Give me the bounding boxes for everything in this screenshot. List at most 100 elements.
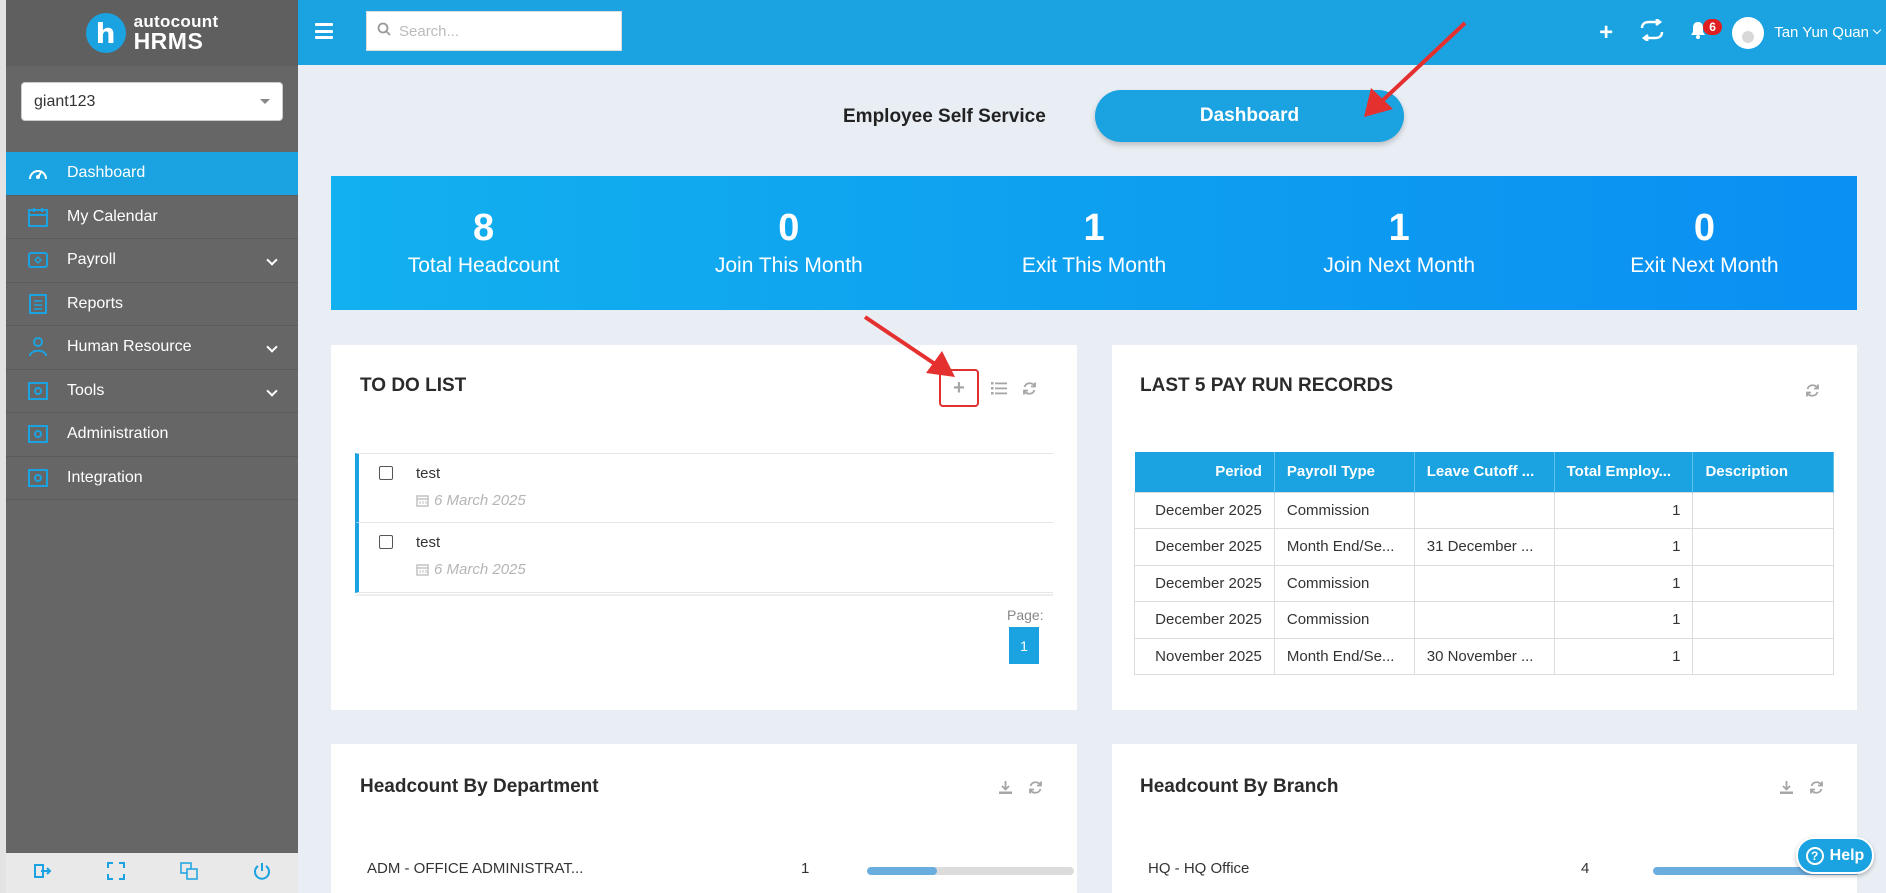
cell-description — [1692, 564, 1834, 602]
search-box[interactable] — [366, 11, 622, 51]
company-select[interactable]: giant123 — [21, 82, 283, 121]
list-icon[interactable] — [989, 378, 1009, 398]
payrun-tools — [1802, 380, 1822, 400]
sidebar-footer — [6, 853, 298, 893]
table-row[interactable]: December 2025 Month End/Se... 31 Decembe… — [1134, 528, 1834, 566]
todo-checkbox[interactable] — [379, 466, 393, 480]
dashboard-gauge-icon — [26, 162, 50, 184]
sidebar-item-my-calendar[interactable]: My Calendar — [6, 196, 298, 239]
todo-item[interactable]: test 6 March 2025 — [355, 453, 1053, 523]
ess-toggle-label[interactable]: Employee Self Service — [843, 106, 1046, 128]
column-header[interactable]: Leave Cutoff ... — [1414, 452, 1555, 492]
power-icon[interactable] — [253, 862, 271, 885]
sidebar-item-label: Reports — [67, 294, 124, 312]
page-button[interactable]: 1 — [1009, 627, 1039, 664]
avatar[interactable] — [1732, 16, 1765, 49]
hamburger-menu-icon[interactable] — [315, 23, 333, 39]
cell-leave-cutoff: 31 December ... — [1413, 528, 1555, 566]
chevron-down-icon — [266, 341, 278, 353]
todo-list-bottom — [355, 594, 1053, 596]
search-input[interactable] — [399, 22, 599, 40]
sidebar-item-label: Human Resource — [67, 338, 192, 356]
table-row[interactable]: December 2025 Commission 1 — [1134, 601, 1834, 639]
todo-date: 6 March 2025 — [416, 561, 526, 578]
brand-logo[interactable]: h autocount HRMS — [6, 0, 298, 66]
sidebar-item-dashboard[interactable]: Dashboard — [6, 152, 298, 196]
sidebar-item-tools[interactable]: Tools — [6, 370, 298, 413]
download-icon[interactable] — [995, 777, 1015, 797]
cell-total-employees: 1 — [1553, 601, 1694, 639]
cell-leave-cutoff — [1413, 491, 1555, 529]
todo-item[interactable]: test 6 March 2025 — [355, 523, 1053, 593]
payrun-title: LAST 5 PAY RUN RECORDS — [1140, 375, 1394, 396]
user-name[interactable]: Tan Yun Quan — [1774, 24, 1869, 41]
cell-payroll-type: Commission — [1273, 491, 1415, 529]
cell-total-employees: 1 — [1553, 528, 1694, 566]
todo-text: test — [416, 465, 441, 482]
stat-total-headcount[interactable]: 8 Total Headcount — [331, 176, 636, 310]
help-button[interactable]: ? Help — [1796, 837, 1874, 874]
cell-period: December 2025 — [1134, 491, 1275, 529]
headcount-branch-panel: Headcount By Branch HQ - HQ Office 4 — [1112, 744, 1860, 893]
refresh-icon[interactable] — [1025, 777, 1045, 797]
table-row[interactable]: November 2025 Month End/Se... 30 Novembe… — [1134, 637, 1834, 675]
help-question-icon: ? — [1805, 846, 1824, 865]
calendar-icon — [416, 495, 429, 507]
department-count: 1 — [801, 860, 810, 877]
table-row[interactable]: December 2025 Commission 1 — [1134, 564, 1834, 602]
cell-leave-cutoff — [1413, 601, 1555, 639]
sidebar-item-integration[interactable]: Integration — [6, 457, 298, 500]
column-header[interactable]: Period — [1134, 452, 1275, 492]
sign-out-icon[interactable] — [33, 863, 52, 884]
sidebar-item-label: Dashboard — [67, 164, 146, 182]
stat-exit-next-month[interactable]: 0 Exit Next Month — [1552, 176, 1857, 310]
stat-exit-this-month[interactable]: 1 Exit This Month — [941, 176, 1246, 310]
search-icon — [377, 22, 391, 41]
dashboard-toggle-button[interactable]: Dashboard — [1095, 90, 1404, 142]
notification-bell[interactable]: 6 — [1690, 19, 1722, 44]
cell-payroll-type: Month End/Se... — [1273, 528, 1415, 566]
table-row[interactable]: December 2025 Commission 1 — [1134, 491, 1834, 529]
sync-icon[interactable] — [1639, 18, 1665, 46]
help-label: Help — [1829, 846, 1865, 864]
cell-description — [1692, 637, 1834, 675]
department-bar-fill — [867, 867, 938, 875]
branch-count: 4 — [1581, 860, 1590, 877]
payrun-panel: LAST 5 PAY RUN RECORDS Period Payroll Ty… — [1112, 345, 1857, 710]
cell-period: December 2025 — [1134, 601, 1275, 639]
todo-date-text: 6 March 2025 — [434, 492, 526, 509]
column-header[interactable]: Payroll Type — [1274, 452, 1415, 492]
cell-payroll-type: Commission — [1273, 601, 1415, 639]
sidebar-item-label: Tools — [67, 381, 105, 399]
fullscreen-icon[interactable] — [106, 861, 125, 885]
plus-icon[interactable]: + — [1599, 19, 1613, 47]
cell-leave-cutoff — [1413, 564, 1555, 602]
column-header[interactable]: Total Employ... — [1554, 452, 1694, 492]
language-icon[interactable] — [179, 861, 198, 885]
sidebar-item-payroll[interactable]: Payroll — [6, 239, 298, 283]
todo-checkbox[interactable] — [379, 535, 393, 549]
brand-bottom: HRMS — [133, 28, 204, 54]
refresh-icon[interactable] — [1802, 380, 1822, 400]
chevron-down-icon[interactable] — [1872, 25, 1882, 34]
stat-join-this-month[interactable]: 0 Join This Month — [636, 176, 941, 310]
download-icon[interactable] — [1776, 777, 1796, 797]
brand-logo-icon: h — [85, 13, 126, 53]
refresh-icon[interactable] — [1019, 378, 1039, 398]
department-name: ADM - OFFICE ADMINISTRAT... — [367, 860, 584, 877]
stat-value: 8 — [473, 207, 495, 250]
administration-icon — [26, 423, 50, 445]
sidebar-item-human-resource[interactable]: Human Resource — [6, 326, 298, 370]
stat-join-next-month[interactable]: 1 Join Next Month — [1247, 176, 1552, 310]
calendar-icon — [416, 564, 429, 576]
payroll-icon — [26, 249, 50, 271]
stat-label: Join This Month — [714, 253, 863, 277]
column-header[interactable]: Description — [1692, 452, 1834, 492]
add-todo-button[interactable]: + — [939, 369, 979, 407]
human-resource-icon — [26, 336, 50, 358]
sidebar-item-reports[interactable]: Reports — [6, 283, 298, 326]
sidebar-item-administration[interactable]: Administration — [6, 413, 298, 457]
cell-total-employees: 1 — [1553, 491, 1694, 529]
top-bar: + 6 Tan Yun Quan — [298, 0, 1886, 65]
refresh-icon[interactable] — [1806, 777, 1826, 797]
